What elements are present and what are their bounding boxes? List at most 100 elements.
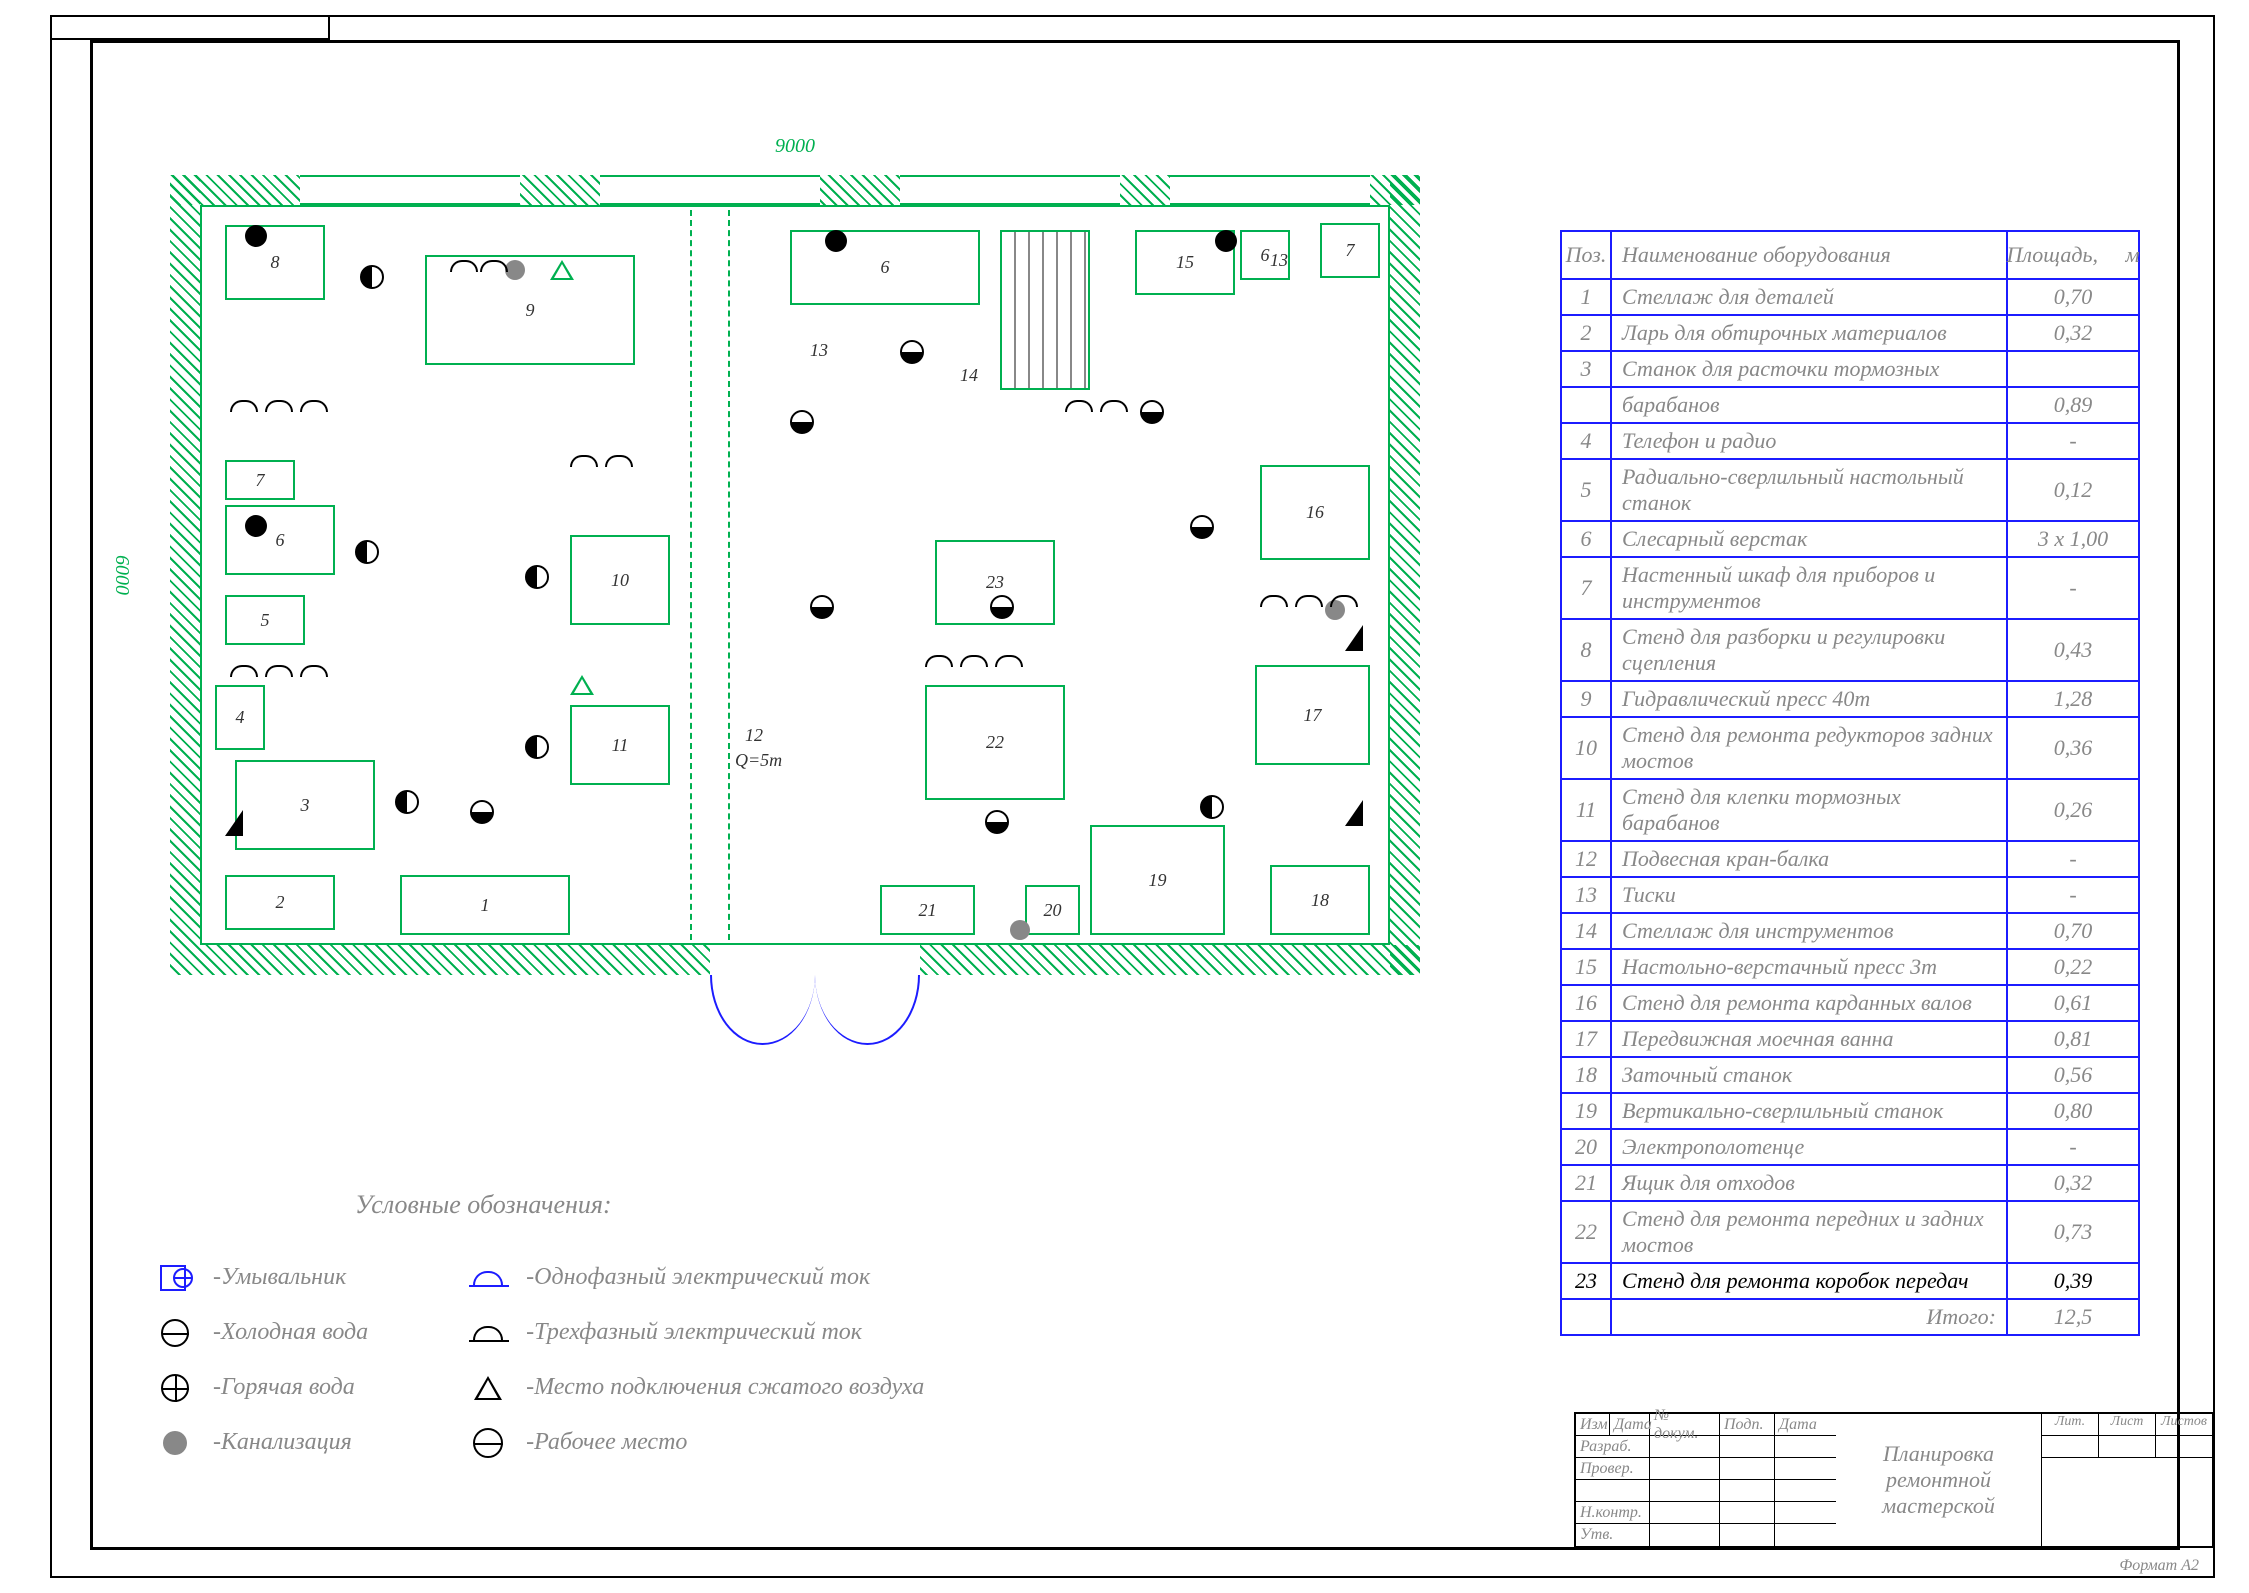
cell-area: 0,12 [2008, 460, 2138, 520]
legend-row: -Горячая вода [155, 1360, 368, 1415]
cell-pos: 10 [1562, 718, 1612, 778]
cell-pos: 13 [1562, 878, 1612, 912]
eq-6b: 6 [790, 230, 980, 305]
cell-pos: 20 [1562, 1130, 1612, 1164]
table-row: 22Стенд для ремонта передних и задних мо… [1560, 1202, 2140, 1264]
cell-pos: 6 [1562, 522, 1612, 556]
cell-pos: 22 [1562, 1202, 1612, 1262]
table-row: 8Стенд для разборки и регулировки сцепле… [1560, 620, 2140, 682]
corner-marker [1345, 800, 1363, 826]
air-point-icon [468, 1368, 508, 1408]
cell-pos: 1 [1562, 280, 1612, 314]
cell-pos: 8 [1562, 620, 1612, 680]
cell-area: 0,80 [2008, 1094, 2138, 1128]
eq-10: 10 [570, 535, 670, 625]
table-row: 15Настольно-верстачный пресс 3т0,22 [1560, 950, 2140, 986]
window-1 [300, 175, 520, 205]
cell-name: барабанов [1612, 388, 2008, 422]
cell-pos: 11 [1562, 780, 1612, 840]
hdr-pos: Поз. [1562, 232, 1612, 278]
eq-14-label: 14 [960, 365, 978, 386]
crane-num: 12 [745, 725, 763, 746]
cell-pos: 9 [1562, 682, 1612, 716]
cell-area: 0,39 [2008, 1264, 2138, 1298]
sewer-icon [505, 260, 525, 280]
cell-area: 0,89 [2008, 388, 2138, 422]
table-row: 5Радиально-сверлильный настольный станок… [1560, 460, 2140, 522]
sink-icon [155, 1258, 195, 1298]
workplace-icon [990, 595, 1014, 619]
table-row: 13Тиски- [1560, 878, 2140, 914]
cell-name: Стеллаж для деталей [1612, 280, 2008, 314]
cell-name: Подвесная кран-балка [1612, 842, 2008, 876]
eq-8: 8 [225, 225, 325, 300]
cell-name: Стенд для ремонта редукторов задних мост… [1612, 718, 2008, 778]
total-label: Итого: [1612, 1300, 2008, 1334]
cell-area: 0,43 [2008, 620, 2138, 680]
table-row: барабанов0,89 [1560, 388, 2140, 424]
cell-name: Гидравлический пресс 40т [1612, 682, 2008, 716]
cell-pos: 5 [1562, 460, 1612, 520]
legend-row: -Канализация [155, 1415, 368, 1470]
table-row: 7Настенный шкаф для приборов и инструмен… [1560, 558, 2140, 620]
legend-col-right: -Однофазный электрический ток -Трехфазны… [468, 1250, 924, 1470]
cell-name: Ящик для отходов [1612, 1166, 2008, 1200]
cell-area: - [2008, 842, 2138, 876]
eq-7a: 7 [225, 460, 295, 500]
legend-row: -Трехфазный электрический ток [468, 1305, 924, 1360]
legend-row: -Умывальник [155, 1250, 368, 1305]
wall-left [170, 175, 200, 975]
eq-16: 16 [1260, 465, 1370, 560]
drawing-title: Планировка ремонтной мастерской [1836, 1414, 2042, 1546]
cell-pos: 2 [1562, 316, 1612, 350]
cell-area: 0,73 [2008, 1202, 2138, 1262]
corner-marker [1345, 625, 1363, 651]
table-header: Поз. Наименование оборудования Площадь, … [1560, 230, 2140, 280]
cell-pos: 15 [1562, 950, 1612, 984]
eq-13b: 13 [1270, 250, 1288, 271]
table-row: 9Гидравлический пресс 40т1,28 [1560, 682, 2140, 718]
dim-height: 6000 [110, 175, 133, 975]
legend-title: Условные обозначения: [355, 1190, 1055, 1220]
cell-name: Тиски [1612, 878, 2008, 912]
eq-5: 5 [225, 595, 305, 645]
cell-name: Радиально-сверлильный настольный станок [1612, 460, 2008, 520]
dim-width: 9000 [170, 135, 1420, 158]
air-point-icon [570, 675, 594, 695]
floorplan: 9000 6000 12 Q=5т 8 7 6 5 4 3 2 1 9 10 1… [170, 175, 1420, 975]
single-phase-icon [468, 1258, 508, 1298]
hdr-area: Площадь, м [2008, 232, 2138, 278]
table-row: 18Заточный станок0,56 [1560, 1058, 2140, 1094]
workplace-icon [395, 790, 419, 814]
cell-pos: 4 [1562, 424, 1612, 458]
table-row: 16Стенд для ремонта карданных валов0,61 [1560, 986, 2140, 1022]
door-opening [710, 945, 920, 975]
workplace-icon [1190, 515, 1214, 539]
workplace-icon [468, 1423, 508, 1463]
table-row: 1Стеллаж для деталей0,70 [1560, 280, 2140, 316]
table-row: 23Стенд для ремонта коробок передач0,39 [1560, 1264, 2140, 1300]
cell-pos: 16 [1562, 986, 1612, 1020]
window-2 [600, 175, 820, 205]
eq-21: 21 [880, 885, 975, 935]
cell-name: Телефон и радио [1612, 424, 2008, 458]
cell-area: 0,81 [2008, 1022, 2138, 1056]
cell-name: Стенд для ремонта коробок передач [1612, 1264, 2008, 1298]
legend-col-left: -Умывальник -Холодная вода -Горячая вода… [155, 1250, 368, 1470]
table-row: 19Вертикально-сверлильный станок0,80 [1560, 1094, 2140, 1130]
sewer-icon [155, 1423, 195, 1463]
eq-4: 4 [215, 685, 265, 750]
cell-area: 0,32 [2008, 316, 2138, 350]
top-tab [50, 15, 330, 40]
cell-area: - [2008, 558, 2138, 618]
crane-rail [690, 210, 730, 940]
corner-marker [225, 810, 243, 836]
cell-name: Заточный станок [1612, 1058, 2008, 1092]
cell-name: Стенд для разборки и регулировки сцеплен… [1612, 620, 2008, 680]
eq-6a: 6 [225, 505, 335, 575]
workplace-icon [985, 810, 1009, 834]
cell-name: Стенд для клепки тормозных барабанов [1612, 780, 2008, 840]
eq-19: 19 [1090, 825, 1225, 935]
cell-area: 0,61 [2008, 986, 2138, 1020]
cell-pos: 18 [1562, 1058, 1612, 1092]
